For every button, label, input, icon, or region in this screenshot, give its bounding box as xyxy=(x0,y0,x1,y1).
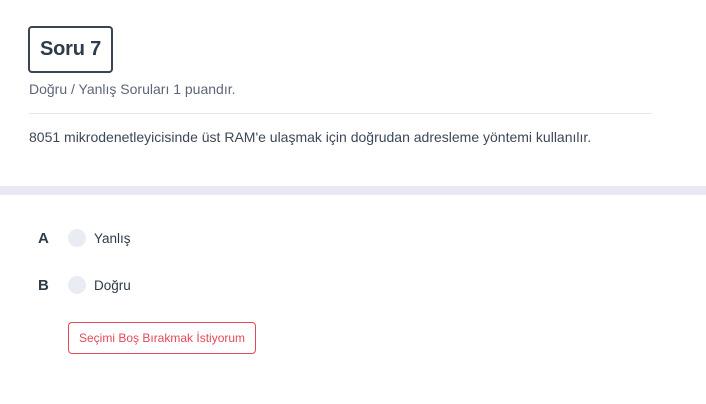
option-b[interactable]: B Doğru xyxy=(38,276,131,294)
radio-button[interactable] xyxy=(68,276,86,294)
option-label[interactable]: Doğru xyxy=(94,278,131,293)
option-letter: B xyxy=(38,276,49,294)
question-card: Soru 7 Doğru / Yanlış Soruları 1 puandır… xyxy=(0,0,706,186)
answers-card: A Yanlış B Doğru Seçimi Boş Bırakmak İst… xyxy=(0,195,706,404)
question-number-badge: Soru 7 xyxy=(28,26,114,73)
question-scoring-note: Doğru / Yanlış Soruları 1 puandır. xyxy=(29,81,236,97)
skip-answer-button[interactable]: Seçimi Boş Bırakmak İstiyorum xyxy=(68,322,257,354)
option-letter: A xyxy=(38,229,49,247)
question-text: 8051 mikrodenetleyicisinde üst RAM'e ula… xyxy=(29,129,592,145)
radio-button[interactable] xyxy=(68,229,86,247)
divider xyxy=(29,113,652,114)
option-a[interactable]: A Yanlış xyxy=(38,229,131,247)
section-separator xyxy=(0,186,706,195)
option-label[interactable]: Yanlış xyxy=(94,231,131,246)
